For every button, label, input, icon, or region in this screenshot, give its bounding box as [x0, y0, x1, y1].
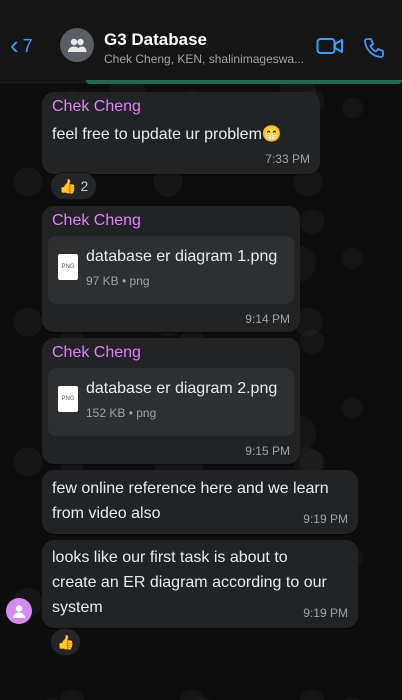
group-avatar[interactable]	[60, 28, 94, 62]
message-sender[interactable]: Chek Cheng	[52, 344, 141, 362]
message-bubble[interactable]: few online reference here and we learn f…	[42, 470, 358, 534]
video-call-button[interactable]	[316, 36, 344, 61]
reaction-badge[interactable]: 👍	[50, 628, 82, 656]
message-text: feel free to update ur problem😁	[52, 126, 282, 143]
connection-status-bar	[86, 80, 402, 84]
file-meta: 152 KB • png	[86, 406, 157, 420]
file-meta: 97 KB • png	[86, 274, 150, 288]
sender-avatar[interactable]	[6, 598, 32, 624]
group-members[interactable]: Chek Cheng, KEN, shalinimageswa...	[104, 52, 310, 66]
message-time: 9:14 PM	[245, 312, 290, 326]
message-bubble[interactable]: Chek Cheng PNG database er diagram 1.png…	[42, 206, 300, 332]
chat-header: ‹ 7 G3 Database Chek Cheng, KEN, shalini…	[0, 0, 402, 83]
message-text-line: create an ER diagram according to our	[52, 574, 327, 591]
png-file-icon: PNG	[58, 254, 78, 280]
message-time: 9:19 PM	[303, 512, 348, 526]
file-name: database er diagram 2.png	[86, 380, 278, 397]
message-time: 9:15 PM	[245, 444, 290, 458]
group-icon	[68, 38, 87, 52]
unread-count: 7	[22, 36, 33, 56]
reaction-badge[interactable]: 👍 2	[50, 172, 98, 200]
message-text-line: from video also	[52, 505, 161, 522]
group-name[interactable]: G3 Database	[104, 30, 207, 50]
message-text-line: system	[52, 599, 103, 616]
file-attachment[interactable]: PNG database er diagram 2.png 152 KB • p…	[48, 368, 294, 436]
message-time: 9:19 PM	[303, 606, 348, 620]
video-camera-icon	[316, 38, 343, 54]
file-name: database er diagram 1.png	[86, 248, 278, 265]
png-file-icon: PNG	[58, 386, 78, 412]
message-bubble[interactable]: Chek Cheng PNG database er diagram 2.png…	[42, 338, 300, 464]
message-text-line: looks like our first task is about to	[52, 549, 288, 566]
chevron-left-icon: ‹	[10, 29, 19, 60]
message-bubble[interactable]: looks like our first task is about to cr…	[42, 540, 358, 628]
message-text-line: few online reference here and we learn	[52, 480, 329, 497]
thumbs-up-icon: 👍	[57, 633, 75, 650]
message-bubble[interactable]: Chek Cheng feel free to update ur proble…	[42, 92, 320, 174]
message-time: 7:33 PM	[265, 152, 310, 166]
phone-icon	[364, 38, 384, 58]
message-sender[interactable]: Chek Cheng	[52, 98, 141, 116]
user-avatar-icon	[13, 605, 25, 618]
file-attachment[interactable]: PNG database er diagram 1.png 97 KB • pn…	[48, 236, 294, 304]
message-sender[interactable]: Chek Cheng	[52, 212, 141, 230]
back-button[interactable]: ‹ 7	[10, 29, 33, 60]
voice-call-button[interactable]	[362, 36, 386, 65]
thumbs-up-icon: 👍	[59, 177, 77, 194]
reaction-count: 2	[80, 178, 89, 194]
